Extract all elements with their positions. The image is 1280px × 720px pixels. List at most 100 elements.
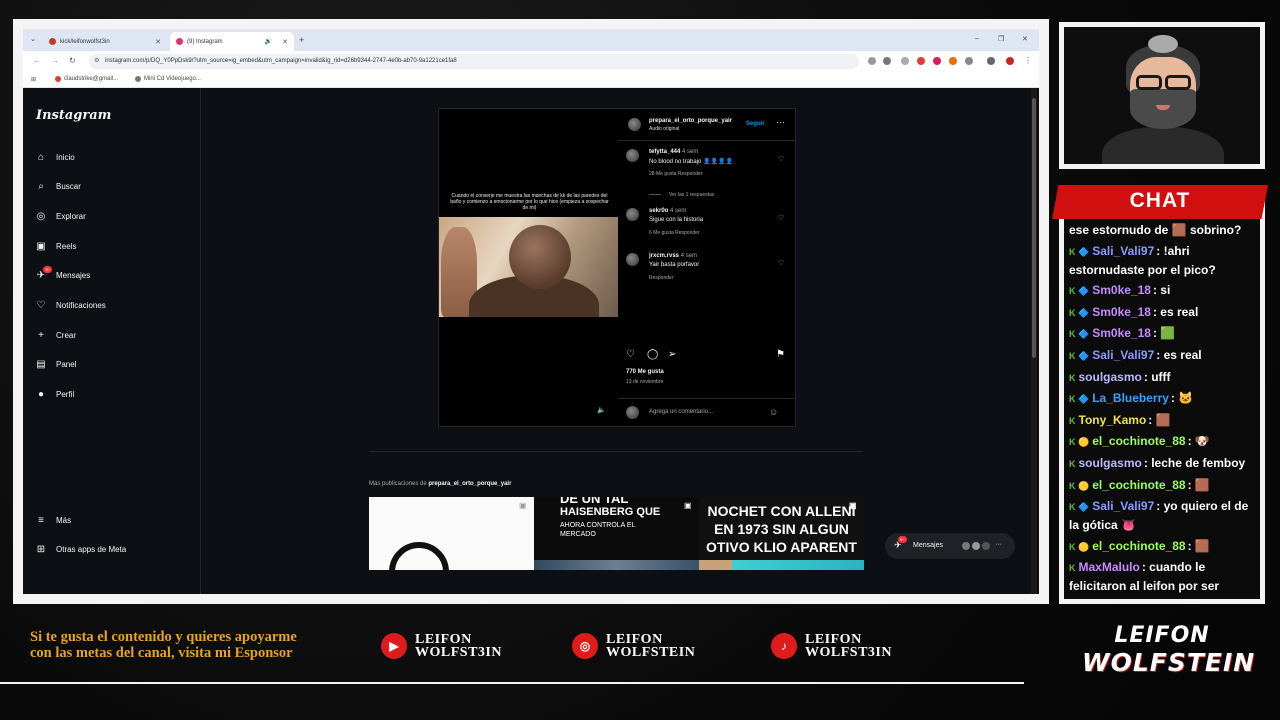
nav-item-meta-apps[interactable]: ⊞ Otras apps de Meta bbox=[35, 544, 126, 556]
chat-username[interactable]: MaxMalulo bbox=[1079, 560, 1140, 574]
chat-username[interactable]: La_Blueberry bbox=[1092, 391, 1169, 405]
kebab-menu-icon[interactable]: ⋮ bbox=[1024, 56, 1032, 65]
tab-kick[interactable]: kick/leifonwolfst3in ✕ bbox=[43, 32, 167, 51]
nav-item-perfil[interactable]: ● Perfil bbox=[35, 389, 74, 401]
search-icon: ⌕ bbox=[38, 181, 44, 193]
close-tab-icon[interactable]: ✕ bbox=[155, 38, 161, 46]
audio-label[interactable]: Audio original bbox=[649, 126, 679, 132]
comment-meta[interactable]: 28 Me gusta Responder bbox=[649, 171, 702, 177]
chat-username[interactable]: Tony_Kamo bbox=[1079, 413, 1147, 427]
nav-item-buscar[interactable]: ⌕ Buscar bbox=[35, 181, 81, 193]
like-comment-icon[interactable]: ♡ bbox=[778, 259, 784, 267]
comment-meta[interactable]: 6 Me gusta Responder bbox=[649, 230, 700, 236]
tab-search-icon[interactable]: ⌄ bbox=[30, 35, 36, 43]
install-icon[interactable] bbox=[868, 57, 876, 65]
author-username[interactable]: prepara_el_orto_porque_yair bbox=[649, 118, 732, 124]
reload-icon[interactable]: ↻ bbox=[69, 56, 76, 65]
commenter-avatar[interactable] bbox=[626, 253, 639, 266]
tab-label: (9) Instagram bbox=[187, 38, 223, 45]
speaker-icon[interactable]: 🔊 bbox=[265, 38, 272, 45]
chat-username[interactable]: Sm0ke_18 bbox=[1092, 305, 1151, 319]
more-posts-user[interactable]: prepara_el_orto_porque_yair bbox=[428, 481, 511, 487]
my-avatar bbox=[626, 406, 639, 419]
brand-line1: LEIFON bbox=[1114, 623, 1210, 648]
extension-icon[interactable] bbox=[917, 57, 925, 65]
extension-icon[interactable] bbox=[933, 57, 941, 65]
chat-username[interactable]: soulgasmo bbox=[1079, 370, 1142, 384]
profile-icon[interactable] bbox=[1006, 57, 1014, 65]
thumb-text: NOCHET CON ALLENI bbox=[707, 503, 856, 519]
post-thumbnail[interactable]: DE UN TAL HAISENBERG QUE AHORA CONTROLA … bbox=[534, 497, 699, 570]
nav-item-notificaciones[interactable]: ♡ Notificaciones bbox=[35, 300, 106, 312]
more-options-icon[interactable]: ··· bbox=[776, 117, 785, 127]
nav-label: Buscar bbox=[56, 182, 81, 192]
bookmark-star-icon[interactable] bbox=[883, 57, 891, 65]
chat-username[interactable]: Sm0ke_18 bbox=[1092, 326, 1151, 340]
nav-item-inicio[interactable]: ⌂ Inicio bbox=[35, 151, 75, 163]
like-heart-icon[interactable]: ♡ bbox=[626, 349, 635, 360]
media-icon[interactable] bbox=[987, 57, 995, 65]
messages-floating-button[interactable]: ✈ 9+ Mensajes ··· bbox=[885, 533, 1015, 559]
like-count[interactable]: 770 Me gusta bbox=[626, 369, 664, 375]
commenter-username[interactable]: tefytta_444 bbox=[649, 149, 680, 155]
chat-username[interactable]: el_cochinote_88 bbox=[1092, 478, 1185, 492]
post-card: Cuando el conserje me muestra las mancha… bbox=[438, 108, 796, 427]
close-window-icon[interactable]: ✕ bbox=[1022, 35, 1028, 43]
nav-item-crear[interactable]: + Crear bbox=[35, 329, 76, 341]
post-thumbnail[interactable]: NOCHET CON ALLENI EN 1973 SIN ALGUN OTIV… bbox=[699, 497, 864, 570]
back-icon[interactable]: ← bbox=[33, 56, 41, 65]
view-replies-link[interactable]: Ver las 1 respuestas bbox=[649, 192, 714, 198]
user-badges: K 🔷 bbox=[1069, 394, 1090, 405]
comment-meta[interactable]: Responder bbox=[649, 275, 673, 281]
commenter-avatar[interactable] bbox=[626, 208, 639, 221]
chat-username[interactable]: el_cochinote_88 bbox=[1092, 434, 1185, 448]
extension-icon[interactable] bbox=[949, 57, 957, 65]
like-comment-icon[interactable]: ♡ bbox=[778, 214, 784, 222]
nav-item-panel[interactable]: ▤ Panel bbox=[35, 359, 76, 371]
comment-icon[interactable]: ◯ bbox=[647, 349, 658, 360]
author-avatar[interactable] bbox=[628, 118, 641, 131]
commenter-username[interactable]: jrxcm.rvss bbox=[649, 253, 679, 259]
bookmark-gmail[interactable]: claudstrike@gmail... bbox=[55, 76, 118, 82]
page-scrollbar[interactable] bbox=[1031, 88, 1037, 594]
chat-username[interactable]: Sali_Vali97 bbox=[1092, 348, 1154, 362]
chat-username[interactable]: soulgasmo bbox=[1079, 456, 1142, 470]
emoji-icon[interactable]: ☺ bbox=[769, 407, 778, 417]
reel-video[interactable]: Cuando el conserje me muestra las mancha… bbox=[439, 109, 618, 426]
save-bookmark-icon[interactable]: ⚑ bbox=[776, 349, 785, 360]
commenter-avatar[interactable] bbox=[626, 149, 639, 162]
nav-item-reels[interactable]: ▣ Reels bbox=[35, 240, 76, 252]
commenter-username[interactable]: sekr0o bbox=[649, 208, 668, 214]
forward-icon[interactable]: → bbox=[51, 56, 59, 65]
apps-icon[interactable]: ⊞ bbox=[31, 76, 36, 83]
post-details-panel: prepara_el_orto_porque_yair Audio origin… bbox=[618, 109, 795, 426]
share-icon[interactable]: ➢ bbox=[668, 349, 676, 360]
chat-username[interactable]: Sm0ke_18 bbox=[1092, 283, 1151, 297]
tab-instagram[interactable]: (9) Instagram 🔊 ✕ bbox=[170, 32, 294, 51]
nav-item-menu[interactable]: ≡ Más bbox=[35, 514, 71, 526]
notification-badge: 9+ bbox=[43, 265, 52, 273]
follow-button[interactable]: Seguir bbox=[746, 121, 765, 127]
nav-item-mensajes[interactable]: ✈ 9+ Mensajes bbox=[35, 265, 90, 282]
bookmark-label: claudstrike@gmail... bbox=[64, 76, 119, 82]
extensions-puzzle-icon[interactable] bbox=[965, 57, 973, 65]
bookmark-minicd[interactable]: Mini Cd Videojuego... bbox=[135, 76, 201, 82]
site-info-icon[interactable]: ⚙ bbox=[94, 54, 99, 69]
address-bar[interactable]: ⚙ instagram.com/p/DQ_Y0PpDsk9/?utm_sourc… bbox=[89, 54, 859, 69]
instagram-logo[interactable]: Instagram bbox=[36, 108, 111, 123]
minimize-icon[interactable]: – bbox=[975, 35, 979, 42]
post-thumbnail[interactable]: ▣ bbox=[369, 497, 534, 570]
close-tab-icon[interactable]: ✕ bbox=[282, 38, 288, 46]
chat-username[interactable]: el_cochinote_88 bbox=[1092, 539, 1185, 553]
mute-icon[interactable]: 🔈 bbox=[597, 406, 606, 414]
user-badges: K 🔷 bbox=[1069, 329, 1090, 340]
like-comment-icon[interactable]: ♡ bbox=[778, 155, 784, 163]
nav-item-explorar[interactable]: ◎ Explorar bbox=[35, 210, 86, 222]
chat-username[interactable]: Sali_Vali97 bbox=[1092, 499, 1154, 513]
new-tab-button[interactable]: + bbox=[299, 35, 304, 45]
chat-username[interactable]: Sali_Vali97 bbox=[1092, 244, 1154, 258]
extension-icon[interactable] bbox=[901, 57, 909, 65]
maximize-icon[interactable]: ❐ bbox=[998, 35, 1004, 43]
home-icon: ⌂ bbox=[37, 151, 45, 163]
comment-input[interactable]: Agrega un comentario... bbox=[649, 409, 713, 415]
